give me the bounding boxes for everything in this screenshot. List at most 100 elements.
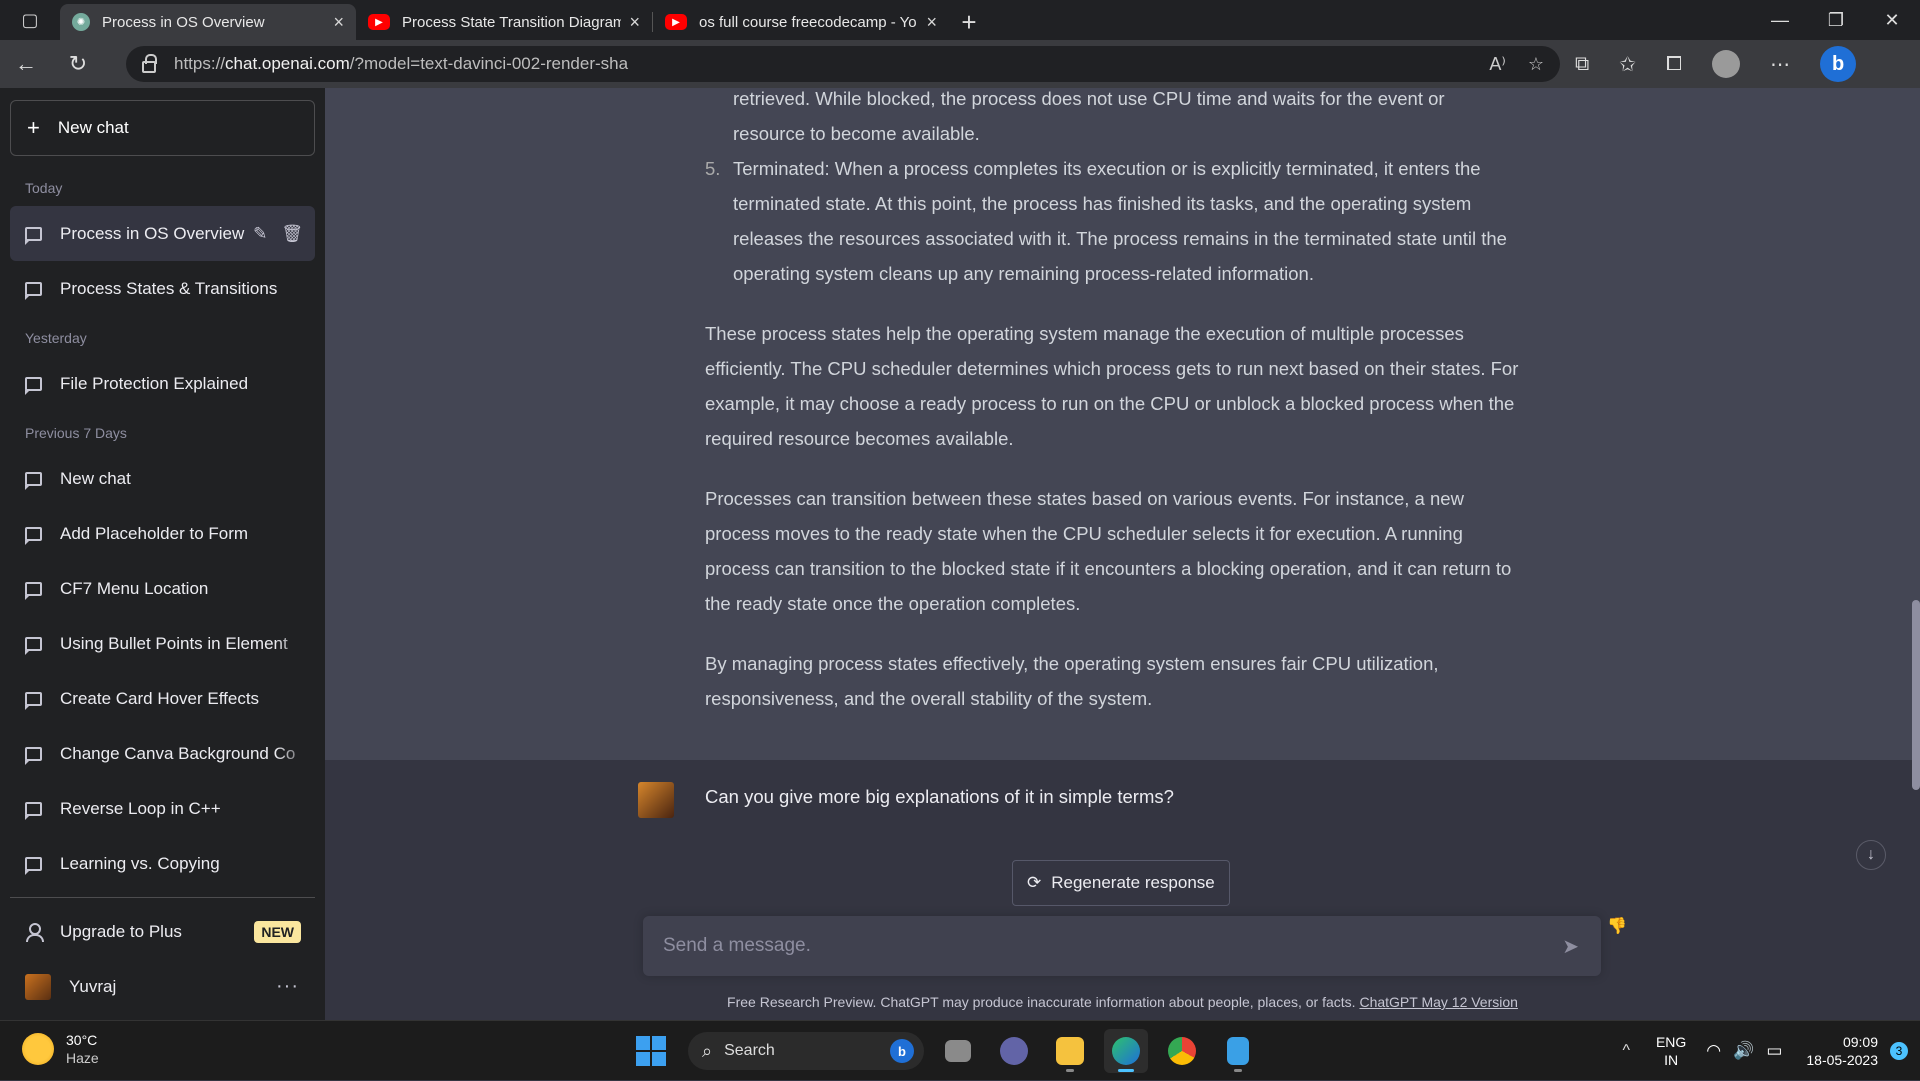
edge-browser-icon[interactable] [1104, 1029, 1148, 1073]
youtube-icon: ▶ [665, 14, 687, 30]
sidebar-item[interactable]: Using Bullet Points in Element [10, 616, 315, 671]
minimize-icon[interactable]: — [1752, 0, 1808, 40]
plus-icon: + [27, 115, 40, 140]
close-window-icon[interactable]: ✕ [1864, 0, 1920, 40]
sidebar-item-label: Create Card Hover Effects [60, 688, 260, 708]
thumbs-down-icon[interactable]: 👎 [1607, 916, 1627, 936]
browser-tab-bar: ▢ ✺ Process in OS Overview × ▶ Process S… [0, 0, 1920, 40]
url-text: https://chat.openai.com/?model=text-davi… [174, 54, 628, 74]
bing-icon: b [890, 1039, 914, 1063]
battery-icon[interactable]: ▭ [1766, 1041, 1782, 1061]
more-options-icon[interactable]: ⋯ [1770, 52, 1790, 77]
chatgpt-icon: ✺ [72, 13, 90, 31]
user-message-text: Can you give more big explanations of it… [705, 786, 1174, 807]
scrollbar[interactable] [1912, 600, 1920, 790]
tab-youtube-2[interactable]: ▶ os full course freecodecamp - Yo × [653, 4, 949, 40]
more-icon[interactable]: ··· [276, 975, 299, 998]
sidebar-item[interactable]: CF7 Menu Location [10, 561, 315, 616]
scroll-down-icon[interactable]: ↓ [1856, 840, 1886, 870]
lang-region: IN [1664, 1052, 1679, 1068]
language-indicator[interactable]: ENG IN [1656, 1033, 1686, 1069]
wifi-icon[interactable]: ◠ [1706, 1041, 1721, 1061]
volume-icon[interactable]: 🔊 [1733, 1041, 1754, 1061]
sidebar-item-process-in-os[interactable]: Process in OS Overview ✎ 🗑 [10, 206, 315, 261]
upgrade-to-plus-button[interactable]: Upgrade to Plus NEW [10, 904, 315, 959]
close-tab-icon[interactable]: × [926, 12, 937, 33]
lang-primary: ENG [1655, 1034, 1687, 1050]
favorites-icon[interactable]: ✩ [1619, 52, 1636, 77]
new-chat-label: New chat [57, 118, 129, 137]
back-icon[interactable]: ← [0, 40, 52, 88]
read-aloud-icon[interactable]: A⁾ [1489, 54, 1505, 75]
chevron-up-icon[interactable]: ^ [1622, 1042, 1630, 1060]
sidebar-item-label: Add Placeholder to Form [60, 523, 249, 543]
weather-widget[interactable]: 30°C Haze [22, 1031, 99, 1067]
extensions-icon[interactable]: ⧉ [1575, 53, 1589, 76]
start-button[interactable] [636, 1036, 666, 1066]
notepad-icon[interactable] [1216, 1029, 1260, 1073]
sidebar-item-label: Process States & Transitions [60, 278, 278, 298]
new-badge: NEW [254, 920, 301, 943]
chat-bubble-icon [25, 746, 42, 765]
restore-icon[interactable]: ❐ [1808, 0, 1864, 40]
sidebar-item[interactable]: New chat [10, 451, 315, 506]
close-tab-icon[interactable]: × [629, 12, 640, 33]
sidebar-item[interactable]: Learning vs. Copying [10, 836, 315, 891]
system-tray: ^ ENG IN ◠ 🔊 ▭ 09:09 18-05-2023 3 [1622, 1021, 1920, 1081]
chrome-icon[interactable] [1160, 1029, 1204, 1073]
chat-bubble-icon [25, 581, 42, 600]
message-input-box[interactable]: ➤ [643, 916, 1601, 976]
sidebar-item[interactable]: Add Placeholder to Form [10, 506, 315, 561]
clock[interactable]: 09:09 18-05-2023 [1806, 1033, 1878, 1069]
assistant-message: retrieved. While blocked, the process do… [325, 88, 1920, 760]
bing-chat-icon[interactable]: b [1820, 46, 1857, 82]
taskbar-search[interactable]: ⌕ Search b [688, 1032, 924, 1070]
user-icon [25, 923, 44, 942]
composer-area: ⟳ Regenerate response ➤ 👎 Free Research … [325, 860, 1920, 1020]
version-link[interactable]: ChatGPT May 12 Version [1359, 994, 1517, 1010]
tab-title: Process in OS Overview [102, 13, 265, 31]
refresh-icon[interactable]: ↻ [52, 40, 104, 88]
sidebar-item-label: File Protection Explained [60, 373, 249, 393]
sidebar-item[interactable]: Create Card Hover Effects [10, 671, 315, 726]
message-input[interactable] [663, 935, 1543, 957]
new-chat-button[interactable]: + New chat [10, 100, 315, 156]
weather-haze-icon [22, 1033, 54, 1065]
sidebar-item-label: Change Canva Background Co [60, 743, 296, 763]
tab-actions-icon[interactable]: ▢ [0, 0, 60, 40]
list-text: Terminated: When a process completes its… [733, 158, 1507, 284]
address-bar[interactable]: https://chat.openai.com/?model=text-davi… [126, 46, 1560, 82]
task-view-icon[interactable] [936, 1029, 980, 1073]
tab-chatgpt[interactable]: ✺ Process in OS Overview × [60, 4, 356, 40]
user-message: Can you give more big explanations of it… [325, 760, 1920, 868]
add-favorite-icon[interactable]: ☆ [1528, 54, 1544, 75]
notification-badge[interactable]: 3 [1890, 1042, 1908, 1060]
section-yesterday: Yesterday [25, 330, 87, 346]
sidebar-item[interactable]: Reverse Loop in C++ [10, 781, 315, 836]
chat-bubble-icon [25, 281, 42, 300]
new-tab-button[interactable]: + [949, 4, 989, 40]
chat-bubble-icon [25, 801, 42, 820]
send-icon[interactable]: ➤ [1562, 934, 1579, 959]
close-tab-icon[interactable]: × [333, 12, 344, 33]
tab-title: os full course freecodecamp - Yo [699, 13, 917, 31]
tab-youtube-1[interactable]: ▶ Process State Transition Diagram × [356, 4, 652, 40]
sidebar-item[interactable]: File Protection Explained [10, 356, 315, 411]
delete-icon[interactable]: 🗑 [281, 224, 303, 244]
search-label: Search [724, 1042, 775, 1059]
chat-main: retrieved. While blocked, the process do… [325, 88, 1920, 1020]
regenerate-button[interactable]: ⟳ Regenerate response [1012, 860, 1230, 906]
file-explorer-icon[interactable] [1048, 1029, 1092, 1073]
profile-icon[interactable] [1712, 50, 1741, 78]
list-item-terminated: 5. Terminated: When a process completes … [705, 151, 1525, 291]
edit-icon[interactable]: ✎ [253, 224, 267, 244]
collections-icon[interactable]: ⧠ [1666, 53, 1682, 76]
teams-chat-icon[interactable] [992, 1029, 1036, 1073]
weather-condition: Haze [66, 1050, 99, 1066]
sidebar: + New chat Today Process in OS Overview … [0, 88, 325, 1020]
sidebar-item[interactable]: Process States & Transitions [10, 261, 315, 316]
section-today: Today [25, 180, 63, 196]
sidebar-item-label: Learning vs. Copying [60, 853, 220, 873]
sidebar-item[interactable]: Change Canva Background Co [10, 726, 315, 781]
user-menu[interactable]: Yuvraj ··· [10, 959, 315, 1014]
